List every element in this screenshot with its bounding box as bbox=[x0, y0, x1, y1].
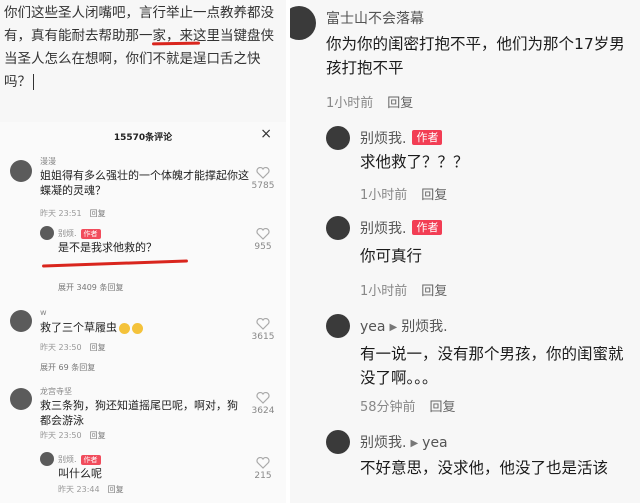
avatar[interactable] bbox=[326, 314, 350, 338]
like-count: 5785 bbox=[251, 181, 275, 191]
author-tag: 作者 bbox=[80, 228, 101, 239]
comment-text: 姐姐得有多么强壮的一个体魄才能撑起你这蝶凝的灵魂？ bbox=[40, 169, 249, 197]
avatar[interactable] bbox=[40, 226, 54, 240]
typed-comment: 你们这些圣人闭嘴吧，言行举止一点教养都没有，真有能耐去帮助那一家，来这里当键盘侠… bbox=[4, 5, 274, 90]
heart-icon bbox=[256, 228, 270, 240]
comment-meta: 58分钟前 回复 bbox=[360, 400, 456, 415]
comment-meta: 昨天 23:50 回复 bbox=[40, 343, 106, 352]
comment-text: 求他救了？？？ bbox=[360, 153, 469, 171]
like-count: 3615 bbox=[251, 332, 275, 342]
comment-username[interactable]: 别烦我. 作者 bbox=[360, 128, 443, 148]
like-button[interactable]: 3624 bbox=[248, 392, 278, 416]
comment-meta: 1小时前 回复 bbox=[326, 96, 414, 111]
heart-icon bbox=[256, 392, 270, 404]
avatar[interactable] bbox=[326, 126, 350, 150]
like-count: 3624 bbox=[251, 406, 275, 416]
close-icon[interactable]: × bbox=[260, 126, 272, 142]
text-caret bbox=[33, 74, 34, 90]
heart-icon bbox=[256, 318, 270, 330]
comment-text: 救了三个草履虫 bbox=[40, 320, 143, 335]
like-count: 215 bbox=[254, 471, 272, 481]
comment-text: 叫什么呢 bbox=[58, 467, 102, 480]
reply-button[interactable]: 回复 bbox=[108, 485, 124, 494]
comment-meta: 昨天 23:51 回复 bbox=[40, 209, 106, 218]
right-screenshot-panel: 富士山不会落幕 你为你的闺密打抱不平，他们为那个17岁男孩打抱不平 1小时前 回复… bbox=[290, 0, 640, 503]
author-tag: 作者 bbox=[412, 130, 443, 145]
reply-button[interactable]: 回复 bbox=[430, 400, 456, 415]
reply-button[interactable]: 回复 bbox=[90, 209, 106, 218]
reply-button[interactable]: 回复 bbox=[90, 343, 106, 352]
comment-count-title: 15570条评论 bbox=[113, 133, 173, 143]
comment-username[interactable]: 龙宫寺坚 bbox=[40, 386, 72, 397]
avatar[interactable] bbox=[326, 216, 350, 240]
reply-arrow-icon: ▶ bbox=[389, 322, 398, 333]
comment-input-text[interactable]: 你们这些圣人闭嘴吧，言行举止一点教养都没有，真有能耐去帮助那一家，来这里当键盘侠… bbox=[4, 2, 280, 94]
like-button[interactable]: 955 bbox=[248, 228, 278, 252]
like-button[interactable]: 215 bbox=[248, 457, 278, 481]
comment-username[interactable]: 漫漫 bbox=[40, 156, 56, 167]
left-screenshot-panel: 你们这些圣人闭嘴吧，言行举止一点教养都没有，真有能耐去帮助那一家，来这里当键盘侠… bbox=[0, 0, 286, 503]
like-button[interactable]: 5785 bbox=[248, 167, 278, 191]
reply-button[interactable]: 回复 bbox=[387, 96, 413, 111]
comment-username[interactable]: 别烦. 作者 bbox=[58, 228, 101, 239]
reply-button[interactable]: 回复 bbox=[90, 431, 106, 440]
comment-meta: 1小时前 回复 bbox=[360, 284, 448, 299]
author-tag: 作者 bbox=[412, 220, 443, 235]
comment-username[interactable]: 富士山不会落幕 bbox=[326, 8, 424, 28]
like-button[interactable]: 3615 bbox=[248, 318, 278, 342]
comment-meta: 昨天 23:44 回复 bbox=[58, 485, 124, 494]
heart-icon bbox=[256, 167, 270, 179]
comment-text: 是不是我求他救的？ bbox=[58, 241, 157, 254]
like-count: 955 bbox=[254, 242, 272, 252]
comment-username[interactable]: yea ▶ 别烦我. bbox=[360, 316, 448, 336]
comment-username[interactable]: 别烦. 作者 bbox=[58, 454, 101, 465]
comment-meta: 昨天 23:50 回复 bbox=[40, 431, 106, 440]
comment-text: 救三条狗，狗还知道摇尾巴呢，啊对，狗都会游泳 bbox=[40, 399, 238, 427]
comment-username[interactable]: 别烦我. 作者 bbox=[360, 218, 443, 238]
comment-text: 你可真行 bbox=[360, 247, 423, 265]
smile-emoji-icon bbox=[132, 322, 143, 334]
comment-meta: 1小时前 回复 bbox=[360, 188, 448, 203]
avatar[interactable] bbox=[10, 310, 32, 332]
comment-username[interactable]: 别烦我. ▶ yea bbox=[360, 432, 448, 452]
comment-text: 不好意思，没求他，他没了也是活该 bbox=[360, 459, 609, 477]
author-tag: 作者 bbox=[80, 454, 101, 465]
reply-button[interactable]: 回复 bbox=[421, 284, 447, 299]
avatar[interactable] bbox=[326, 430, 350, 454]
expand-replies-button[interactable]: 展开 69 条回复 bbox=[40, 362, 95, 373]
avatar[interactable] bbox=[10, 160, 32, 182]
comment-sheet: 15570条评论 × 漫漫 姐姐得有多么强壮的一个体魄才能撑起你这蝶凝的灵魂？ … bbox=[0, 122, 286, 503]
expand-replies-button[interactable]: 展开 3409 条回复 bbox=[58, 282, 123, 293]
heart-icon bbox=[256, 457, 270, 469]
comment-text: 有一说一，没有那个男孩，你的闺蜜就没了啊。。。 bbox=[360, 345, 624, 387]
avatar[interactable] bbox=[290, 6, 316, 40]
smile-emoji-icon bbox=[119, 322, 130, 334]
comment-username[interactable]: w bbox=[40, 308, 47, 317]
reply-button[interactable]: 回复 bbox=[421, 188, 447, 203]
comment-text: 你为你的闺密打抱不平，他们为那个17岁男孩打抱不平 bbox=[326, 35, 625, 77]
reply-arrow-icon: ▶ bbox=[410, 438, 419, 449]
avatar[interactable] bbox=[10, 388, 32, 410]
avatar[interactable] bbox=[40, 452, 54, 466]
